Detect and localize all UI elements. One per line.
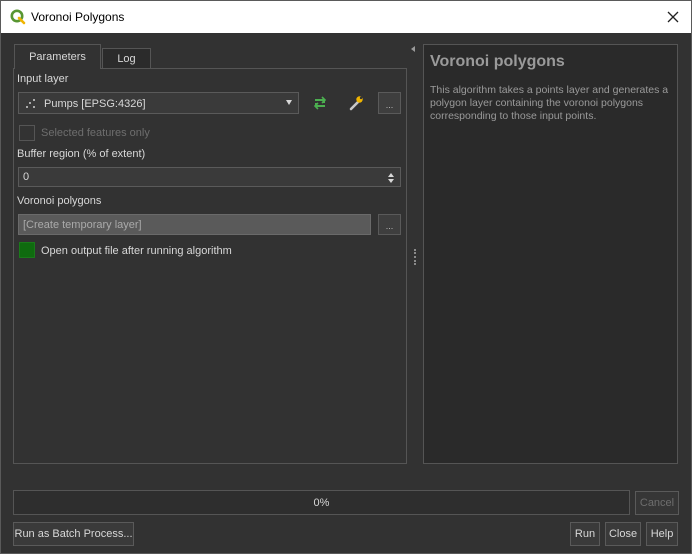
splitter-handle[interactable] [414, 249, 416, 265]
input-layer-label: Input layer [17, 73, 69, 85]
iterate-button[interactable] [309, 92, 331, 114]
run-batch-label: Run as Batch Process... [14, 528, 133, 540]
progress-bar: 0% [13, 490, 630, 515]
selected-features-checkbox[interactable] [19, 125, 35, 141]
iterate-icon [313, 96, 327, 110]
close-icon [667, 11, 679, 23]
run-button[interactable]: Run [570, 522, 600, 546]
output-browse-button[interactable]: ... [378, 214, 401, 235]
advanced-options-button[interactable] [345, 92, 367, 114]
buffer-region-spinbox[interactable]: 0 [18, 167, 401, 187]
help-button[interactable]: Help [646, 522, 678, 546]
input-layer-combo[interactable]: Pumps [EPSG:4326] [18, 92, 299, 114]
buffer-region-value: 0 [23, 171, 30, 183]
window-title: Voronoi Polygons [31, 10, 125, 24]
run-label: Run [574, 528, 596, 540]
open-output-checkbox[interactable] [19, 242, 35, 258]
help-panel: Voronoi polygons This algorithm takes a … [423, 44, 678, 464]
help-title: Voronoi polygons [430, 53, 565, 70]
cancel-label: Cancel [639, 497, 675, 509]
input-layer-browse-button[interactable]: ... [378, 92, 401, 114]
dialog-window: Voronoi Polygons Parameters Log Input la… [0, 0, 692, 554]
point-layer-icon [26, 99, 35, 108]
output-label: Voronoi polygons [17, 195, 102, 207]
chevron-down-icon [286, 100, 292, 105]
output-destination-input[interactable]: [Create temporary layer] [18, 214, 371, 235]
cancel-button[interactable]: Cancel [635, 491, 679, 515]
window-close-button[interactable] [655, 1, 691, 33]
spin-up-icon[interactable] [388, 173, 394, 177]
help-label: Help [650, 528, 674, 540]
buffer-region-label: Buffer region (% of extent) [17, 148, 146, 160]
input-layer-value: Pumps [EPSG:4326] [44, 98, 146, 110]
close-button[interactable]: Close [605, 522, 641, 546]
close-label: Close [608, 528, 638, 540]
more-label: ... [385, 100, 394, 110]
help-description: This algorithm takes a points layer and … [430, 84, 669, 122]
progress-text: 0% [313, 496, 330, 509]
run-batch-button[interactable]: Run as Batch Process... [13, 522, 134, 546]
wrench-icon [349, 96, 363, 111]
open-output-label: Open output file after running algorithm [41, 245, 232, 257]
tab-parameters[interactable]: Parameters [14, 44, 101, 69]
tab-log[interactable]: Log [102, 48, 151, 68]
spin-down-icon[interactable] [388, 179, 394, 183]
more-label: ... [385, 221, 394, 231]
titlebar: Voronoi Polygons [1, 1, 691, 33]
output-destination-placeholder: [Create temporary layer] [23, 218, 142, 231]
tab-parameters-label: Parameters [29, 51, 86, 63]
tab-log-label: Log [117, 52, 136, 65]
qgis-logo-icon [10, 9, 26, 25]
selected-features-label: Selected features only [41, 127, 150, 139]
collapse-arrow-icon[interactable] [411, 46, 415, 52]
